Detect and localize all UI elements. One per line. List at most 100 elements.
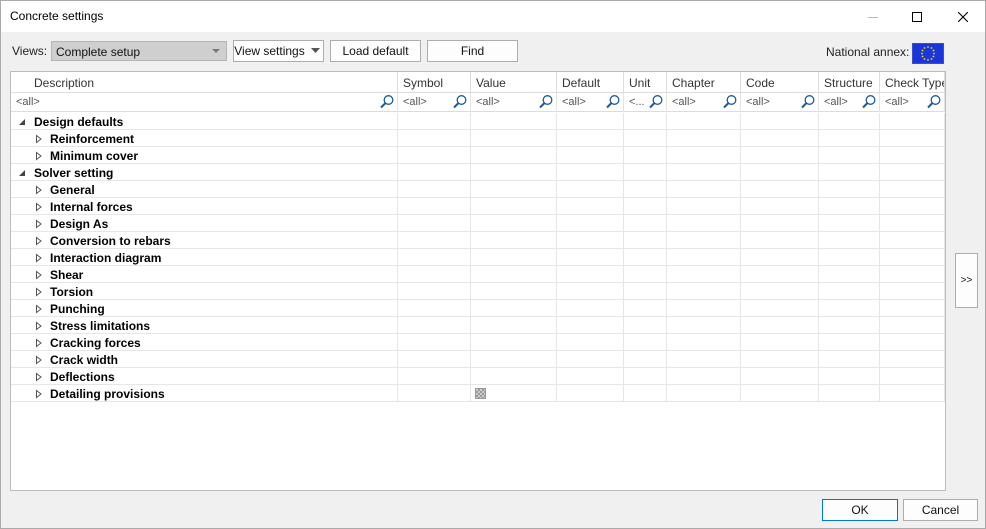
tree-collapsed-icon[interactable] bbox=[34, 201, 44, 212]
tree-row[interactable]: Crack width bbox=[11, 351, 945, 368]
grid-cell bbox=[624, 113, 667, 130]
column-header-7[interactable]: Structure bbox=[819, 72, 880, 93]
view-settings-button[interactable]: View settings bbox=[233, 40, 324, 62]
magnifier-icon[interactable] bbox=[926, 94, 942, 110]
cancel-button[interactable]: Cancel bbox=[903, 499, 978, 521]
tree-collapsed-icon[interactable] bbox=[34, 269, 44, 280]
column-header-8[interactable]: Check Type bbox=[880, 72, 945, 93]
tree-collapsed-icon[interactable] bbox=[34, 133, 44, 144]
find-button[interactable]: Find bbox=[427, 40, 518, 62]
tree-row[interactable]: Detailing provisions bbox=[11, 385, 945, 402]
filter-input-8[interactable]: <all> bbox=[885, 96, 909, 108]
magnifier-icon[interactable] bbox=[605, 94, 621, 110]
tree-collapsed-icon[interactable] bbox=[34, 184, 44, 195]
grid-header: Description Symbol Value Default Unit Chapter… bbox=[11, 72, 945, 93]
tree-row[interactable]: General bbox=[11, 181, 945, 198]
column-header-3[interactable]: Default bbox=[557, 72, 624, 93]
filter-cell-5[interactable]: <all> bbox=[667, 93, 741, 112]
filter-cell-8[interactable]: <all> bbox=[880, 93, 945, 112]
ok-button[interactable]: OK bbox=[822, 499, 898, 521]
grid-cell bbox=[819, 283, 880, 300]
column-header-0[interactable]: Description bbox=[11, 72, 398, 93]
tree-collapsed-icon[interactable] bbox=[34, 252, 44, 263]
minimize-button[interactable] bbox=[850, 1, 895, 32]
view-settings-label: View settings bbox=[234, 44, 305, 58]
tree-row[interactable]: Stress limitations bbox=[11, 317, 945, 334]
filter-cell-2[interactable]: <all> bbox=[471, 93, 557, 112]
tree-row[interactable]: Design As bbox=[11, 215, 945, 232]
magnifier-icon[interactable] bbox=[800, 94, 816, 110]
grid-cell bbox=[624, 249, 667, 266]
filter-input-3[interactable]: <all> bbox=[562, 96, 586, 108]
tree-collapsed-icon[interactable] bbox=[34, 150, 44, 161]
grid-cell bbox=[741, 232, 819, 249]
grid-cell bbox=[624, 351, 667, 368]
grid-cell bbox=[557, 249, 624, 266]
tree-collapsed-icon[interactable] bbox=[34, 337, 44, 348]
tree-row[interactable]: Minimum cover bbox=[11, 147, 945, 164]
filter-input-0[interactable]: <all> bbox=[16, 96, 40, 108]
filter-input-7[interactable]: <all> bbox=[824, 96, 848, 108]
magnifier-icon[interactable] bbox=[722, 94, 738, 110]
filter-input-4[interactable]: <... bbox=[629, 96, 645, 108]
value-checkbox[interactable] bbox=[475, 388, 486, 399]
filter-cell-0[interactable]: <all> bbox=[11, 93, 398, 112]
tree-row[interactable]: Punching bbox=[11, 300, 945, 317]
tree-row[interactable]: Reinforcement bbox=[11, 130, 945, 147]
tree-collapsed-icon[interactable] bbox=[34, 371, 44, 382]
tree-row[interactable]: Design defaults bbox=[11, 113, 945, 130]
grid-cell bbox=[398, 266, 471, 283]
filter-input-2[interactable]: <all> bbox=[476, 96, 500, 108]
load-default-button[interactable]: Load default bbox=[330, 40, 421, 62]
tree-row[interactable]: Conversion to rebars bbox=[11, 232, 945, 249]
tree-row[interactable]: Solver setting bbox=[11, 164, 945, 181]
magnifier-icon[interactable] bbox=[648, 94, 664, 110]
filter-input-5[interactable]: <all> bbox=[672, 96, 696, 108]
filter-cell-1[interactable]: <all> bbox=[398, 93, 471, 112]
expand-panel-button[interactable]: >> bbox=[955, 253, 978, 308]
tree-collapsed-icon[interactable] bbox=[34, 286, 44, 297]
magnifier-icon[interactable] bbox=[861, 94, 877, 110]
tree-collapsed-icon[interactable] bbox=[34, 235, 44, 246]
tree-collapsed-icon[interactable] bbox=[34, 218, 44, 229]
grid-cell bbox=[819, 130, 880, 147]
tree-row-label: Crack width bbox=[50, 353, 119, 367]
magnifier-icon[interactable] bbox=[379, 94, 395, 110]
tree-row[interactable]: Shear bbox=[11, 266, 945, 283]
national-annex-button[interactable] bbox=[912, 43, 944, 64]
column-header-4[interactable]: Unit bbox=[624, 72, 667, 93]
tree-collapsed-icon[interactable] bbox=[34, 320, 44, 331]
grid-cell bbox=[471, 147, 557, 164]
tree-row[interactable]: Deflections bbox=[11, 368, 945, 385]
tree-row[interactable]: Torsion bbox=[11, 283, 945, 300]
filter-cell-3[interactable]: <all> bbox=[557, 93, 624, 112]
tree-row[interactable]: Internal forces bbox=[11, 198, 945, 215]
tree-row[interactable]: Cracking forces bbox=[11, 334, 945, 351]
load-default-label: Load default bbox=[342, 44, 409, 58]
tree-collapsed-icon[interactable] bbox=[34, 388, 44, 399]
maximize-button[interactable] bbox=[894, 1, 939, 32]
magnifier-icon[interactable] bbox=[538, 94, 554, 110]
magnifier-icon[interactable] bbox=[452, 94, 468, 110]
filter-cell-4[interactable]: <... bbox=[624, 93, 667, 112]
tree-expanded-icon[interactable] bbox=[18, 167, 28, 177]
column-header-1[interactable]: Symbol bbox=[398, 72, 471, 93]
tree-row[interactable]: Interaction diagram bbox=[11, 249, 945, 266]
tree-collapsed-icon[interactable] bbox=[34, 303, 44, 314]
grid-cell bbox=[557, 266, 624, 283]
filter-input-1[interactable]: <all> bbox=[403, 96, 427, 108]
column-header-5[interactable]: Chapter bbox=[667, 72, 741, 93]
tree-expanded-icon[interactable] bbox=[18, 116, 28, 126]
views-combobox[interactable]: Complete setup bbox=[51, 41, 227, 61]
tree-collapsed-icon[interactable] bbox=[34, 354, 44, 365]
filter-input-6[interactable]: <all> bbox=[746, 96, 770, 108]
grid-cell bbox=[398, 130, 471, 147]
column-header-2[interactable]: Value bbox=[471, 72, 557, 93]
maximize-icon bbox=[911, 11, 922, 22]
filter-cell-6[interactable]: <all> bbox=[741, 93, 819, 112]
column-header-6[interactable]: Code bbox=[741, 72, 819, 93]
close-button[interactable] bbox=[940, 1, 985, 32]
grid-cell bbox=[624, 147, 667, 164]
filter-cell-7[interactable]: <all> bbox=[819, 93, 880, 112]
grid-cell bbox=[741, 164, 819, 181]
